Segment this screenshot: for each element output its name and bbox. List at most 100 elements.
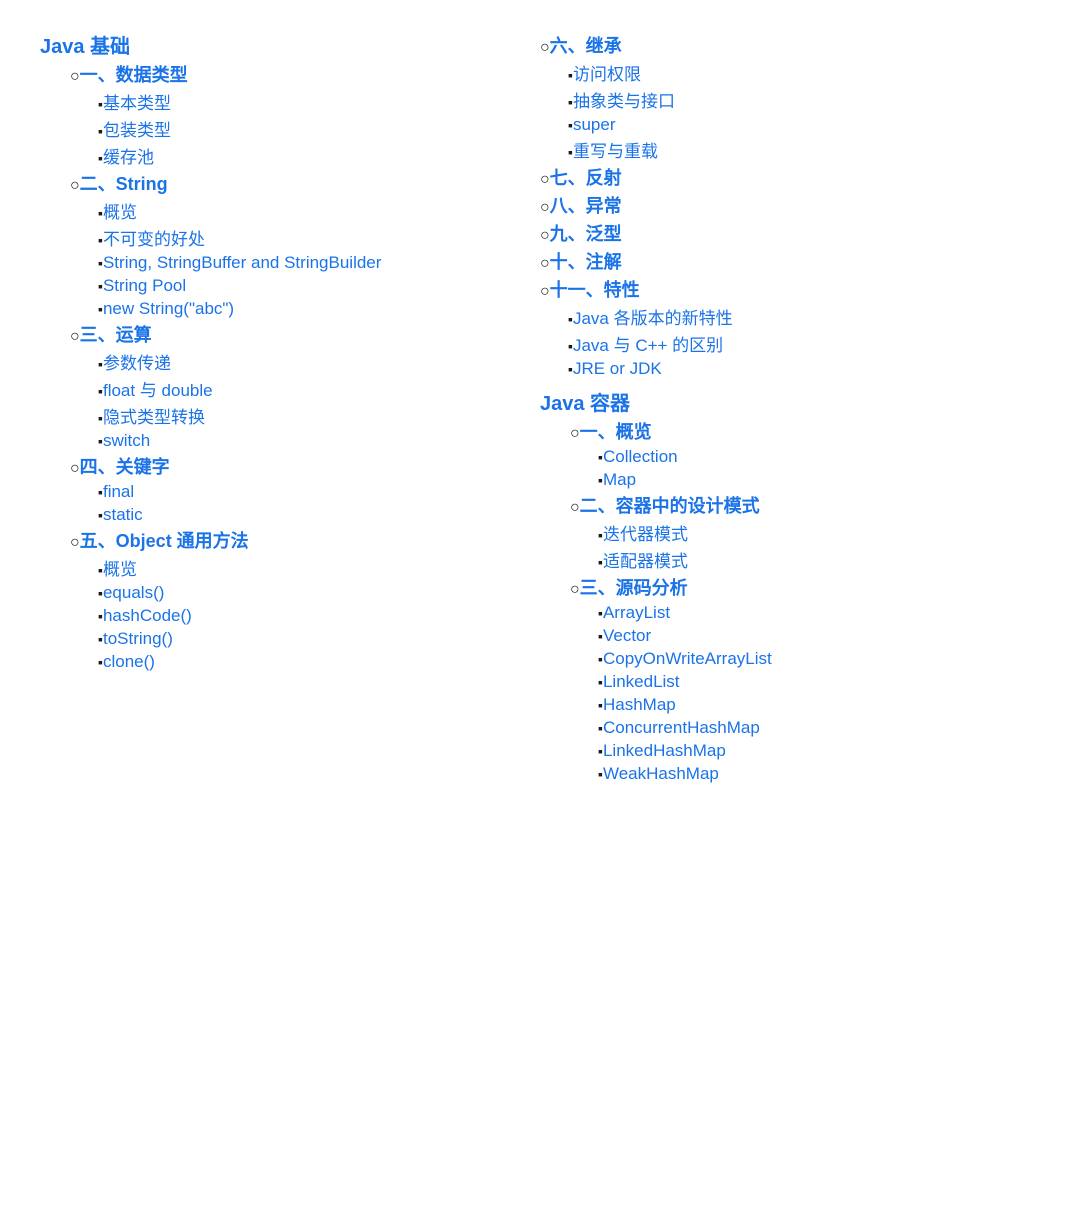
immutable-link[interactable]: 不可变的好处 (103, 225, 205, 250)
java-container-link[interactable]: Java 容器 (540, 387, 630, 416)
list-item: 三、源码分析 ArrayList Vector CopyOnWriteArray… (570, 574, 1040, 784)
static-link[interactable]: static (103, 505, 143, 525)
level3-list: 概览 不可变的好处 String, StringBuffer and Strin… (70, 198, 540, 319)
map-link[interactable]: Map (603, 470, 636, 490)
collection-link[interactable]: Collection (603, 447, 678, 467)
right-top-list: 六、继承 访问权限 抽象类与接口 super 重写与重载 (540, 32, 1040, 379)
equals-link[interactable]: equals() (103, 583, 164, 603)
operations-link[interactable]: 三、运算 (80, 321, 152, 347)
java-vs-cpp-link[interactable]: Java 与 C++ 的区别 (573, 331, 723, 356)
jre-jdk-link[interactable]: JRE or JDK (573, 359, 662, 379)
linkedhashmap-link[interactable]: LinkedHashMap (603, 741, 726, 761)
list-item: static (98, 504, 540, 525)
left-list: Java 基础 一、数据类型 基本类型 (40, 30, 540, 672)
switch-link[interactable]: switch (103, 431, 150, 451)
super-link[interactable]: super (573, 115, 616, 135)
overview2-link[interactable]: 概览 (103, 555, 137, 580)
exception-link[interactable]: 八、异常 (550, 192, 622, 218)
list-item: Java 与 C++ 的区别 (568, 331, 1040, 356)
concurrenthashmap-link[interactable]: ConcurrentHashMap (603, 718, 760, 738)
list-item: LinkedList (598, 671, 1040, 692)
level2-list: 一、概览 Collection Map (540, 418, 1040, 784)
design-patterns-link[interactable]: 二、容器中的设计模式 (580, 492, 760, 518)
string-link[interactable]: 二、String (80, 170, 168, 196)
list-item: 三、运算 参数传递 float 与 double 隐式类型转换 (70, 321, 540, 451)
tostring-link[interactable]: toString() (103, 629, 173, 649)
circle-bullet (540, 252, 550, 273)
right-column: 六、继承 访问权限 抽象类与接口 super 重写与重载 (540, 30, 1040, 788)
data-types-link[interactable]: 一、数据类型 (80, 61, 188, 87)
list-item: super (568, 114, 1040, 135)
final-link[interactable]: final (103, 482, 134, 502)
string-pool-link[interactable]: String Pool (103, 276, 186, 296)
hashcode-link[interactable]: hashCode() (103, 606, 192, 626)
list-item: 六、继承 访问权限 抽象类与接口 super 重写与重载 (540, 32, 1040, 162)
list-item: HashMap (598, 694, 1040, 715)
new-string-link[interactable]: new String("abc") (103, 299, 234, 319)
circle-bullet (70, 531, 80, 552)
list-item: 八、异常 (540, 192, 1040, 218)
copyonwrite-link[interactable]: CopyOnWriteArrayList (603, 649, 772, 669)
list-item: 重写与重载 (568, 137, 1040, 162)
vector-link[interactable]: Vector (603, 626, 651, 646)
generics-link[interactable]: 九、泛型 (550, 220, 622, 246)
level3-list: 迭代器模式 适配器模式 (570, 520, 1040, 572)
list-item: 二、容器中的设计模式 迭代器模式 适配器模式 (570, 492, 1040, 572)
reflection-link[interactable]: 七、反射 (550, 164, 622, 190)
list-item: 迭代器模式 (598, 520, 1040, 545)
source-analysis-link[interactable]: 三、源码分析 (580, 574, 688, 600)
string-buffer-link[interactable]: String, StringBuffer and StringBuilder (103, 253, 381, 273)
list-item: final (98, 481, 540, 502)
list-item: Collection (598, 446, 1040, 467)
keywords-link[interactable]: 四、关键字 (80, 453, 170, 479)
data-types-item: 一、数据类型 (70, 61, 540, 87)
container-overview-link[interactable]: 一、概览 (580, 418, 652, 444)
clone-link[interactable]: clone() (103, 652, 155, 672)
list-item: 隐式类型转换 (98, 403, 540, 428)
features-link[interactable]: 十一、特性 (550, 276, 640, 302)
circle-bullet (570, 578, 580, 599)
cache-pool-link[interactable]: 缓存池 (103, 143, 154, 168)
iterator-link[interactable]: 迭代器模式 (603, 520, 688, 545)
linkedlist-link[interactable]: LinkedList (603, 672, 680, 692)
access-control-link[interactable]: 访问权限 (573, 60, 641, 85)
list-item: 概览 (98, 198, 540, 223)
circle-bullet (70, 457, 80, 478)
abstract-interface-link[interactable]: 抽象类与接口 (573, 87, 675, 112)
list-item: 十一、特性 Java 各版本的新特性 Java 与 C++ 的区别 JRE or… (540, 276, 1040, 379)
list-item: hashCode() (98, 605, 540, 626)
param-passing-link[interactable]: 参数传递 (103, 349, 171, 374)
list-item: String Pool (98, 275, 540, 296)
list-item: float 与 double (98, 376, 540, 401)
object-methods-link[interactable]: 五、Object 通用方法 (80, 527, 249, 553)
list-item: String, StringBuffer and StringBuilder (98, 252, 540, 273)
list-item: equals() (98, 582, 540, 603)
implicit-cast-link[interactable]: 隐式类型转换 (103, 403, 205, 428)
list-item: LinkedHashMap (598, 740, 1040, 761)
inheritance-link[interactable]: 六、继承 (550, 32, 622, 58)
java-basics-link[interactable]: Java 基础 (40, 30, 130, 59)
list-item: Java 基础 一、数据类型 基本类型 (40, 30, 540, 672)
list-item: 缓存池 (98, 143, 540, 168)
annotation-link[interactable]: 十、注解 (550, 248, 622, 274)
circle-bullet (540, 196, 550, 217)
list-item: 四、关键字 final static (70, 453, 540, 525)
adapter-link[interactable]: 适配器模式 (603, 547, 688, 572)
list-item: CopyOnWriteArrayList (598, 648, 1040, 669)
list-item: Map (598, 469, 1040, 490)
overview-link[interactable]: 概览 (103, 198, 137, 223)
list-item: 九、泛型 (540, 220, 1040, 246)
level3-list: Collection Map (570, 446, 1040, 490)
list-item: Java 容器 一、概览 Collection (540, 387, 1040, 784)
float-double-link[interactable]: float 与 double (103, 376, 213, 401)
hashmap-link[interactable]: HashMap (603, 695, 676, 715)
wrapper-types-link[interactable]: 包装类型 (103, 116, 171, 141)
level3-list: 访问权限 抽象类与接口 super 重写与重载 (540, 60, 1040, 162)
java-versions-link[interactable]: Java 各版本的新特性 (573, 304, 733, 329)
override-link[interactable]: 重写与重载 (573, 137, 658, 162)
weakhashmap-link[interactable]: WeakHashMap (603, 764, 719, 784)
list-item: 七、反射 (540, 164, 1040, 190)
list-item: new String("abc") (98, 298, 540, 319)
basic-types-link[interactable]: 基本类型 (103, 89, 171, 114)
arraylist-link[interactable]: ArrayList (603, 603, 670, 623)
